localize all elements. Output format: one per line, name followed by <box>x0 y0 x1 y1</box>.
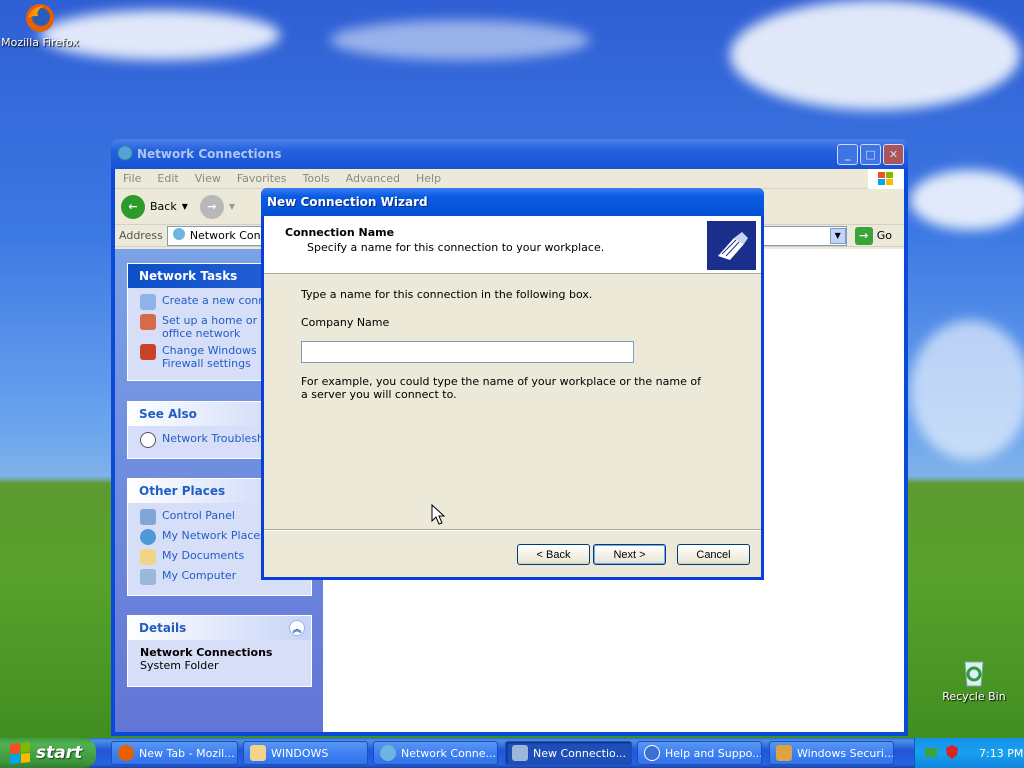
back-button[interactable]: < Back <box>517 544 590 565</box>
firefox-icon <box>118 745 134 761</box>
wizard-divider <box>264 529 761 531</box>
menu-help[interactable]: Help <box>408 172 449 185</box>
menu-bar: File Edit View Favorites Tools Advanced … <box>115 169 904 189</box>
security-shield-icon <box>776 745 792 761</box>
computer-icon <box>140 569 156 585</box>
menu-view[interactable]: View <box>187 172 229 185</box>
company-name-label: Company Name <box>301 316 390 329</box>
back-arrow-icon: ← <box>121 194 145 219</box>
security-alert-icon[interactable] <box>944 744 960 763</box>
home-network-icon <box>140 314 156 330</box>
back-label: Back <box>150 200 177 213</box>
start-button[interactable]: start <box>0 738 96 768</box>
taskbar-item-new-connection[interactable]: New Connectio... <box>505 741 632 765</box>
control-panel-icon <box>140 509 156 525</box>
maximize-button[interactable]: □ <box>860 144 881 165</box>
windows-logo-icon <box>868 169 904 189</box>
firewall-icon <box>140 344 156 360</box>
desktop-icon-firefox[interactable]: Mozilla Firefox <box>0 2 80 49</box>
link-label: My Network Places <box>162 529 266 542</box>
desktop-icon-label: Recycle Bin <box>942 690 1006 703</box>
new-connection-icon <box>512 745 528 761</box>
details-title: Details <box>139 621 187 635</box>
start-label: start <box>36 743 83 763</box>
network-tray-icon[interactable] <box>923 744 939 763</box>
folder-icon <box>250 745 266 761</box>
network-connections-icon <box>172 227 186 244</box>
collapse-chevron-icon[interactable]: ︽ <box>289 620 305 636</box>
chevron-down-icon: ▼ <box>228 202 236 211</box>
minimize-button[interactable]: _ <box>837 144 858 165</box>
task-label: Help and Suppo... <box>665 746 762 760</box>
taskbar-item-firefox[interactable]: New Tab - Mozil... <box>111 741 238 765</box>
documents-folder-icon <box>140 549 156 565</box>
system-tray: 7:13 PM <box>914 738 1024 768</box>
desktop-icon-recycle-bin[interactable]: Recycle Bin <box>934 656 1014 703</box>
recycle-bin-icon <box>958 656 990 688</box>
windows-flag-icon <box>10 741 30 765</box>
forward-arrow-icon: → <box>199 194 224 219</box>
wizard-header: Connection Name Specify a name for this … <box>264 216 761 274</box>
wizard-title: New Connection Wizard <box>267 195 428 209</box>
forward-button[interactable]: → ▼ <box>199 194 236 219</box>
taskbar: start New Tab - Mozil... WINDOWS Network… <box>0 738 1024 768</box>
taskbar-item-help[interactable]: Help and Suppo... <box>637 741 762 765</box>
task-label: WINDOWS <box>271 746 329 760</box>
company-name-input[interactable] <box>301 341 634 363</box>
clock[interactable]: 7:13 PM <box>979 747 1023 760</box>
wizard-instruction: Type a name for this connection in the f… <box>301 288 593 301</box>
network-connections-icon <box>380 745 396 761</box>
task-label: New Tab - Mozil... <box>139 746 235 760</box>
task-label: Network Conne... <box>401 746 497 760</box>
menu-file[interactable]: File <box>115 172 149 185</box>
window-titlebar[interactable]: Network Connections _ □ ✕ <box>111 139 908 169</box>
back-button[interactable]: ← Back ▼ <box>121 194 188 219</box>
wizard-example-text: For example, you could type the name of … <box>301 375 701 401</box>
chevron-down-icon: ▼ <box>181 202 188 211</box>
address-label: Address <box>119 229 163 242</box>
go-label: Go <box>876 229 892 242</box>
details-type: System Folder <box>140 659 219 672</box>
link-label: My Computer <box>162 569 237 582</box>
menu-advanced[interactable]: Advanced <box>338 172 408 185</box>
firefox-icon <box>24 2 56 34</box>
network-connections-icon <box>117 145 133 164</box>
details-panel: Details ︽ Network Connections System Fol… <box>127 615 312 687</box>
details-header[interactable]: Details ︽ <box>128 616 311 640</box>
go-arrow-icon: → <box>854 226 873 245</box>
task-label: Windows Securi... <box>797 746 894 760</box>
wizard-header-subtitle: Specify a name for this connection to yo… <box>307 241 605 254</box>
menu-edit[interactable]: Edit <box>149 172 186 185</box>
taskbar-item-windows-folder[interactable]: WINDOWS <box>243 741 368 765</box>
wizard-titlebar[interactable]: New Connection Wizard <box>261 188 764 216</box>
taskbar-item-security[interactable]: Windows Securi... <box>769 741 894 765</box>
next-button[interactable]: Next > <box>593 544 666 565</box>
cancel-button[interactable]: Cancel <box>677 544 750 565</box>
window-title: Network Connections <box>137 147 282 161</box>
menu-tools[interactable]: Tools <box>295 172 338 185</box>
new-connection-wizard-dialog: New Connection Wizard Connection Name Sp… <box>261 188 764 580</box>
link-label: Control Panel <box>162 509 235 522</box>
go-button[interactable]: → Go <box>851 226 904 245</box>
desktop-icon-label: Mozilla Firefox <box>1 36 79 49</box>
network-places-icon <box>140 529 156 545</box>
address-dropdown-icon[interactable]: ▼ <box>829 227 846 244</box>
close-button[interactable]: ✕ <box>883 144 904 165</box>
task-label: New Connectio... <box>533 746 627 760</box>
info-icon <box>140 432 156 448</box>
menu-favorites[interactable]: Favorites <box>229 172 295 185</box>
network-cable-icon <box>707 221 756 270</box>
link-label: My Documents <box>162 549 245 562</box>
details-name: Network Connections <box>140 646 273 659</box>
taskbar-item-network-connections[interactable]: Network Conne... <box>373 741 498 765</box>
wizard-header-title: Connection Name <box>285 226 395 239</box>
help-icon <box>644 745 660 761</box>
mouse-cursor-icon <box>431 503 446 529</box>
new-connection-icon <box>140 294 156 310</box>
